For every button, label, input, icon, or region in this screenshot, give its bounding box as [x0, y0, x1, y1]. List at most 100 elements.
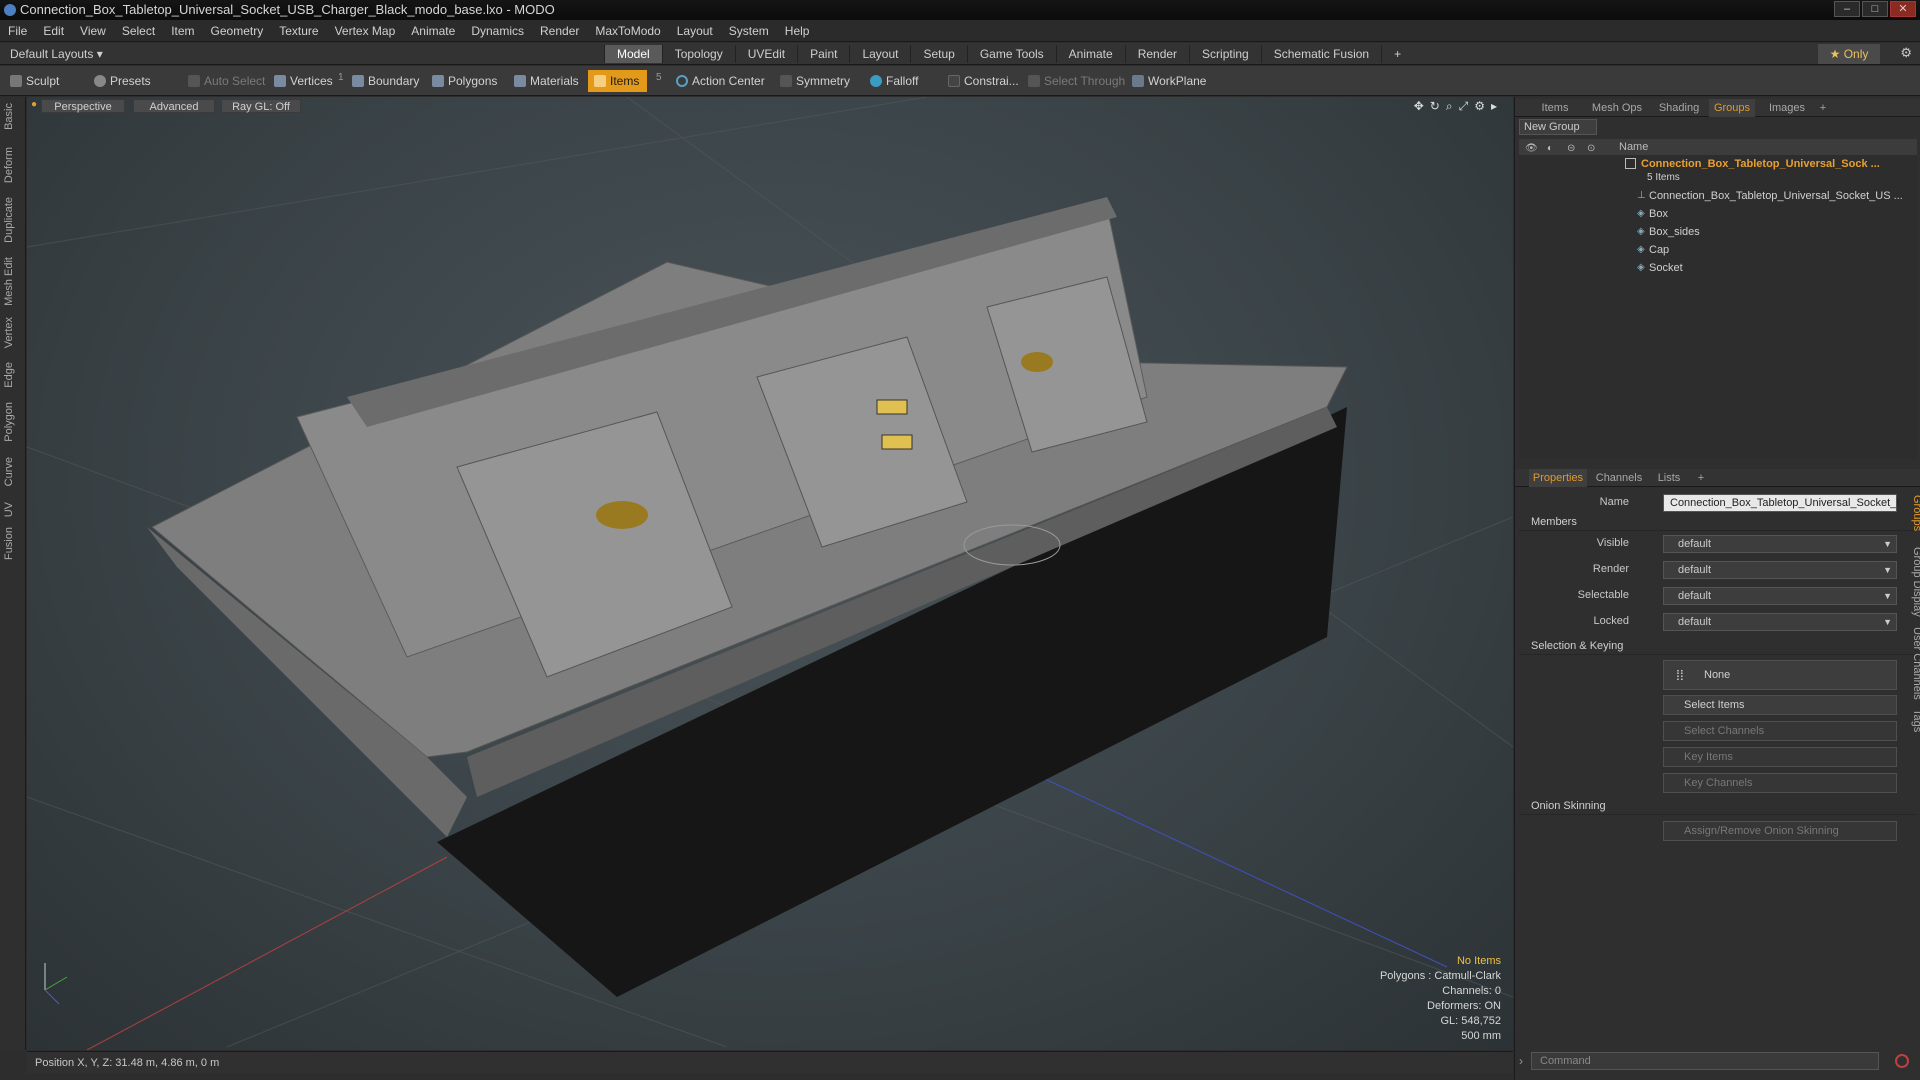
menu-maxtomodo[interactable]: MaxToModo — [587, 20, 668, 42]
rotate-icon[interactable]: ↻ — [1430, 99, 1440, 114]
tab-basic[interactable]: Basic — [3, 103, 23, 130]
menu-animate[interactable]: Animate — [403, 20, 463, 42]
default-layouts-dropdown[interactable]: Default Layouts ▾ — [10, 43, 103, 65]
onion-skinning-section-header[interactable]: Onion Skinning — [1519, 797, 1917, 815]
tab-schematic-fusion[interactable]: Schematic Fusion — [1260, 45, 1381, 63]
command-history-icon[interactable] — [1895, 1054, 1909, 1068]
only-toggle[interactable]: ★ Only — [1818, 44, 1880, 64]
viewport-expand-icon[interactable]: ▸ — [1491, 99, 1497, 114]
tab-duplicate[interactable]: Duplicate — [3, 197, 23, 243]
list-item[interactable]: ⊥ Connection_Box_Tabletop_Universal_Sock… — [1519, 187, 1917, 205]
visible-select[interactable]: default ▼ — [1663, 535, 1897, 553]
members-section-header[interactable]: Members — [1519, 513, 1917, 531]
presets-button[interactable]: Presets — [92, 70, 151, 92]
list-item[interactable]: ◈ Cap — [1519, 241, 1917, 259]
assign-onion-skinning-button[interactable]: Assign/Remove Onion Skinning — [1663, 821, 1897, 841]
key-channels-button[interactable]: Key Channels — [1663, 773, 1897, 793]
add-panel-tab-button[interactable]: + — [1815, 99, 1831, 117]
tab-properties[interactable]: Properties — [1529, 469, 1587, 487]
raygl-button[interactable]: Ray GL: Off — [221, 99, 301, 113]
maximize-button[interactable]: □ — [1862, 1, 1888, 17]
menu-file[interactable]: File — [0, 20, 35, 42]
tab-paint[interactable]: Paint — [797, 45, 849, 63]
side-tab-tags[interactable]: Tags — [1903, 709, 1920, 732]
action-center-button[interactable]: Action Center — [674, 70, 765, 92]
tab-scripting[interactable]: Scripting — [1189, 45, 1261, 63]
menu-dynamics[interactable]: Dynamics — [463, 20, 532, 42]
tab-uv[interactable]: UV — [3, 502, 23, 517]
command-input[interactable]: Command — [1531, 1052, 1879, 1070]
menu-layout[interactable]: Layout — [669, 20, 721, 42]
menu-render[interactable]: Render — [532, 20, 587, 42]
tab-shading[interactable]: Shading — [1653, 99, 1705, 117]
materials-button[interactable]: Materials — [512, 70, 579, 92]
side-tab-user-channels[interactable]: User Channels — [1903, 627, 1920, 700]
menu-select[interactable]: Select — [114, 20, 163, 42]
menu-edit[interactable]: Edit — [35, 20, 72, 42]
pan-icon[interactable]: ✥ — [1414, 99, 1424, 114]
viewport-settings-icon[interactable]: ⚙ — [1474, 99, 1485, 114]
symmetry-button[interactable]: Symmetry — [778, 70, 850, 92]
key-items-button[interactable]: Key Items — [1663, 747, 1897, 767]
items-button[interactable]: Items — [588, 70, 648, 92]
menu-texture[interactable]: Texture — [271, 20, 326, 42]
select-channels-button[interactable]: Select Channels — [1663, 721, 1897, 741]
selection-keying-section-header[interactable]: Selection & Keying — [1519, 637, 1917, 655]
select-items-button[interactable]: Select Items — [1663, 695, 1897, 715]
menu-view[interactable]: View — [72, 20, 114, 42]
tab-vertex[interactable]: Vertex — [3, 317, 23, 348]
workplane-button[interactable]: WorkPlane — [1130, 70, 1206, 92]
menu-help[interactable]: Help — [777, 20, 818, 42]
select-through-button[interactable]: Select Through — [1026, 70, 1125, 92]
zoom-icon[interactable]: ⌕ — [1446, 99, 1453, 114]
list-item[interactable]: ◈ Box — [1519, 205, 1917, 223]
list-item[interactable]: ◈ Box_sides — [1519, 223, 1917, 241]
group-name-field[interactable]: Connection_Box_Tabletop_Universal_Socket… — [1663, 494, 1899, 512]
view-mode-button[interactable]: Perspective — [41, 99, 125, 113]
selectable-select[interactable]: default ▼ — [1663, 587, 1897, 605]
3d-viewport[interactable]: ● Perspective Advanced Ray GL: Off ✥ ↻ ⌕… — [27, 97, 1513, 1050]
menu-geometry[interactable]: Geometry — [203, 20, 272, 42]
tab-mesh-ops[interactable]: Mesh Ops — [1587, 99, 1647, 117]
tab-model[interactable]: Model — [604, 45, 662, 63]
tab-topology[interactable]: Topology — [661, 45, 735, 63]
tab-fusion[interactable]: Fusion — [3, 527, 23, 560]
menu-vertex-map[interactable]: Vertex Map — [327, 20, 404, 42]
auto-select-button[interactable]: Auto Select — [186, 70, 265, 92]
tab-mesh-edit[interactable]: Mesh Edit — [3, 257, 23, 306]
tab-lists[interactable]: Lists — [1651, 469, 1687, 487]
tab-setup[interactable]: Setup — [910, 45, 966, 63]
tab-render[interactable]: Render — [1124, 45, 1189, 63]
tab-uvedit[interactable]: UVEdit — [734, 45, 797, 63]
gear-icon[interactable]: ⚙ — [1900, 45, 1912, 61]
tab-items[interactable]: Items — [1535, 99, 1575, 117]
falloff-button[interactable]: Falloff — [868, 70, 918, 92]
tab-edge[interactable]: Edge — [3, 362, 23, 388]
render-select[interactable]: default ▼ — [1663, 561, 1897, 579]
side-tab-group-display[interactable]: Group Display — [1903, 547, 1920, 617]
tab-polygon[interactable]: Polygon — [3, 402, 23, 442]
close-button[interactable]: ✕ — [1890, 1, 1916, 17]
side-tab-groups[interactable]: Groups — [1903, 495, 1920, 531]
shading-mode-button[interactable]: Advanced — [133, 99, 215, 113]
menu-system[interactable]: System — [721, 20, 777, 42]
fit-icon[interactable]: ⤢ — [1459, 99, 1469, 114]
minimize-button[interactable]: – — [1834, 1, 1860, 17]
tab-groups[interactable]: Groups — [1709, 99, 1755, 117]
boundary-button[interactable]: Boundary — [350, 70, 419, 92]
add-tab-button[interactable]: + — [1381, 45, 1413, 63]
vertices-button[interactable]: Vertices — [272, 70, 333, 92]
tab-channels[interactable]: Channels — [1593, 469, 1645, 487]
sculpt-button[interactable]: Sculpt — [8, 70, 59, 92]
list-item[interactable]: ◈ Socket — [1519, 259, 1917, 277]
none-button[interactable]: ⁞⁞ None — [1663, 660, 1897, 690]
tab-deform[interactable]: Deform — [3, 147, 23, 183]
tab-layout[interactable]: Layout — [849, 45, 910, 63]
new-group-button[interactable]: New Group — [1519, 119, 1597, 135]
locked-select[interactable]: default ▼ — [1663, 613, 1897, 631]
polygons-button[interactable]: Polygons — [430, 70, 497, 92]
tab-curve[interactable]: Curve — [3, 457, 23, 486]
tab-images[interactable]: Images — [1763, 99, 1811, 117]
tab-game-tools[interactable]: Game Tools — [966, 45, 1056, 63]
constraints-button[interactable]: Constrai... — [946, 70, 1019, 92]
